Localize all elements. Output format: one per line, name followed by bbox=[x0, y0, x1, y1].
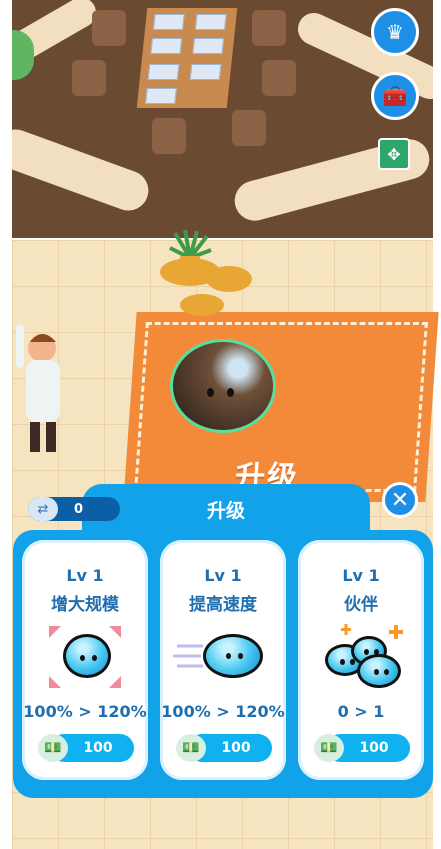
speed-slime-icon bbox=[173, 622, 273, 692]
panel-title: 升级 bbox=[206, 500, 245, 522]
size-up-slime-icon bbox=[35, 622, 135, 692]
card-name: 提高速度 bbox=[189, 595, 257, 615]
card-name: 伙伴 bbox=[344, 595, 378, 615]
toolbox-button[interactable]: 🧰 bbox=[371, 72, 419, 120]
crown-icon: ♛ bbox=[386, 20, 404, 44]
upgrade-card-partner: Lv 1 伙伴 0 > 1 💵 100 bbox=[298, 540, 424, 780]
buy-button-speed[interactable]: 💵 100 bbox=[176, 734, 272, 762]
money-icon: 💵 bbox=[314, 734, 344, 762]
partner-slimes-icon bbox=[311, 622, 411, 692]
upgrade-rug[interactable]: 升级 bbox=[123, 312, 439, 502]
buy-button-partner[interactable]: 💵 100 bbox=[314, 734, 410, 762]
upgrade-card-speed: Lv 1 提高速度 100% > 120% 💵 100 bbox=[160, 540, 286, 780]
close-icon: ✕ bbox=[390, 487, 410, 513]
player-slime[interactable] bbox=[173, 342, 273, 430]
buy-button-size[interactable]: 💵 100 bbox=[38, 734, 134, 762]
scientist-npc bbox=[16, 324, 60, 452]
card-stat: 100% > 120% bbox=[161, 702, 285, 721]
stool bbox=[180, 294, 224, 316]
card-level: Lv 1 bbox=[342, 566, 380, 585]
card-stat: 0 > 1 bbox=[337, 702, 385, 721]
card-name: 增大规模 bbox=[51, 595, 119, 615]
dining-table bbox=[136, 8, 238, 108]
stool bbox=[206, 266, 252, 292]
slime-swap-icon: ⇄ bbox=[28, 497, 58, 521]
currency-counter: ⇄ 0 bbox=[28, 497, 120, 521]
crown-button[interactable]: ♛ bbox=[371, 8, 419, 56]
currency-value: 0 bbox=[74, 501, 84, 517]
card-level: Lv 1 bbox=[66, 566, 104, 585]
upgrade-card-size: Lv 1 增大规模 100% > 120% 💵 100 bbox=[22, 540, 148, 780]
upper-floor bbox=[12, 0, 433, 238]
money-icon: 💵 bbox=[176, 734, 206, 762]
money-icon: 💵 bbox=[38, 734, 68, 762]
close-button[interactable]: ✕ bbox=[382, 482, 418, 518]
expand-icon: ✥ bbox=[387, 144, 401, 164]
card-level: Lv 1 bbox=[204, 566, 242, 585]
card-stat: 100% > 120% bbox=[23, 702, 147, 721]
expand-button[interactable]: ✥ bbox=[378, 138, 410, 170]
toolbox-icon: 🧰 bbox=[382, 84, 408, 108]
